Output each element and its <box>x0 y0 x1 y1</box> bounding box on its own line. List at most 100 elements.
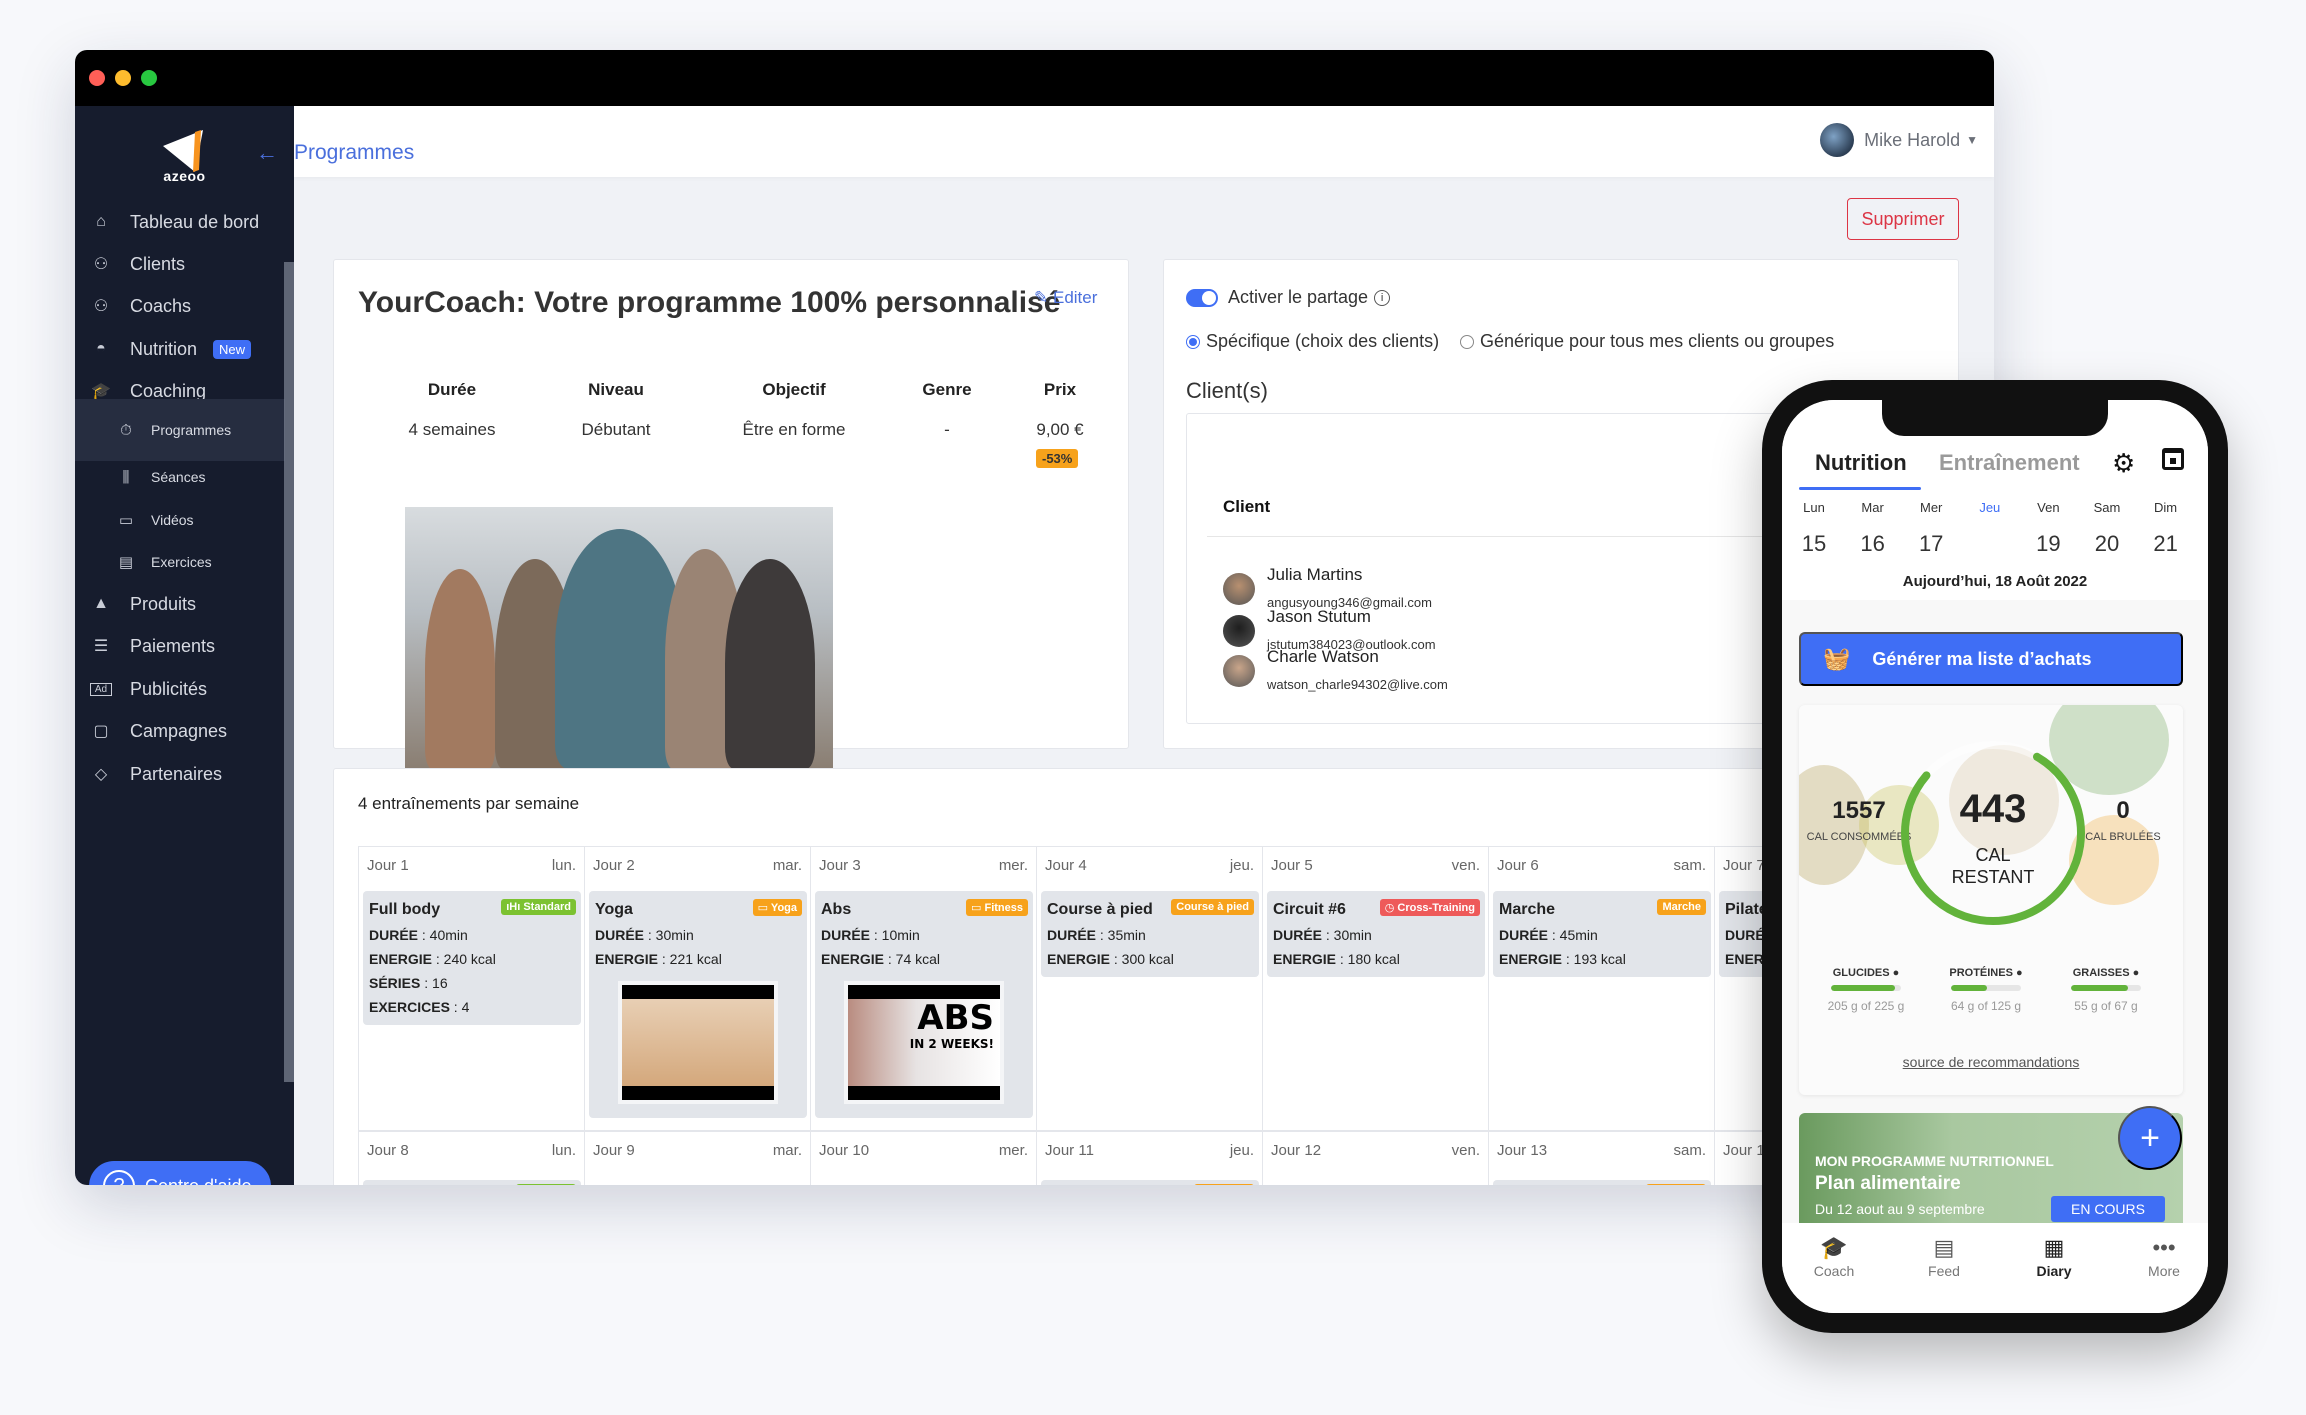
meta-value: - <box>944 420 950 439</box>
sidebar-item-label: Clients <box>130 253 186 274</box>
workout-stat: SÉRIES : 16 <box>369 975 575 991</box>
calories-remaining-value: 443 <box>1959 787 2027 831</box>
macro-label: PROTÉINES ● <box>1949 967 2023 979</box>
close-window-button[interactable] <box>89 70 105 86</box>
workout-card[interactable]: Yoga ▭ Yoga DURÉE : 30min ENERGIE : 221 kca… <box>589 891 807 1118</box>
day-weekday: ven. <box>1451 857 1480 874</box>
date-21[interactable]: 21 <box>2141 524 2191 564</box>
sidebar-item-videos[interactable]: ▭ Vidéos <box>75 498 285 542</box>
radio-specific[interactable]: Spécifique (choix des clients) <box>1186 331 1439 352</box>
new-badge: New <box>213 339 252 359</box>
nav-feed[interactable]: ▤ Feed <box>1904 1235 1984 1279</box>
meta-value: 9,00 € <box>1036 420 1084 439</box>
coaches-icon: ⚇ <box>93 298 109 315</box>
workout-card[interactable] <box>1041 1180 1259 1185</box>
day-cell: Jour 4 jeu. Course à pied Course à pied DURÉ… <box>1036 846 1262 1131</box>
yoga-video-image <box>622 999 774 1086</box>
schedule-title: 4 entraînements par semaine <box>358 794 580 813</box>
meta-duration: Durée 4 semaines <box>392 380 512 440</box>
program-card: YourCoach: Votre programme 100% personna… <box>333 259 1129 769</box>
recommendations-source-link[interactable]: source de recommandations <box>1799 1054 2183 1070</box>
add-fab-button[interactable]: + <box>2118 1106 2182 1170</box>
video-thumbnail[interactable] <box>618 981 778 1104</box>
weekday-label: Mer <box>1919 500 1943 515</box>
sidebar-item-paiements[interactable]: ☰ Paiements <box>75 624 285 668</box>
radio-button[interactable] <box>1186 334 1200 349</box>
message-icon: ▤ <box>1933 1235 1955 1260</box>
meta-price: Prix 9,00 € <box>1020 380 1100 440</box>
radio-button[interactable] <box>1460 334 1474 349</box>
sharing-toggle[interactable] <box>1186 288 1218 307</box>
today-date-label: Aujourd’hui, 18 Août 2022 <box>1902 573 2088 590</box>
sidebar-item-publicites[interactable]: Ad Publicités <box>75 667 285 711</box>
maximize-window-button[interactable] <box>141 70 157 86</box>
back-to-programmes-link[interactable]: ← Programmes <box>256 140 414 166</box>
sidebar-item-exercices[interactable]: ▤ Exercices <box>75 540 285 584</box>
gear-icon[interactable]: ⚙ <box>2112 448 2135 479</box>
client-name: Charle Watson <box>1267 647 1379 666</box>
sidebar-item-coachs[interactable]: ⚇ Coachs <box>75 284 285 328</box>
delete-button[interactable]: Supprimer <box>1847 198 1959 240</box>
workout-card[interactable]: Abs ▭ Fitness DURÉE : 10min ENERGIE : 74 kc… <box>815 891 1033 1118</box>
macro-value: 205 g of 225 g <box>1827 999 1905 1013</box>
workout-card[interactable]: Full body ıHı Standard DURÉE : 40min ENERGI… <box>363 891 581 1025</box>
nav-coach[interactable]: 🎓 Coach <box>1794 1235 1874 1279</box>
sidebar-item-tableau-de-bord[interactable]: ⌂ Tableau de bord <box>75 200 285 244</box>
day-weekday: mer. <box>998 857 1028 874</box>
client-row[interactable]: Charle Watson watson_charle94302@live.com <box>1223 647 1448 692</box>
video-camera-icon: ▭ <box>118 512 134 529</box>
client-avatar <box>1223 655 1255 687</box>
workout-stat: DURÉE : 30min <box>595 927 801 943</box>
client-row[interactable]: Jason Stutum jstutum384023@outlook.com <box>1223 607 1436 652</box>
sidebar-item-label: Partenaires <box>130 763 223 784</box>
workout-stat: ENERGIE : 180 kcal <box>1273 951 1479 967</box>
sidebar-item-programmes[interactable]: ⏱ Programmes <box>75 399 285 461</box>
day-header: Jour 9 mar. <box>593 1142 802 1159</box>
workout-card[interactable] <box>1493 1180 1711 1185</box>
meta-header: Prix <box>1043 380 1077 399</box>
calendar-icon[interactable] <box>2162 448 2184 470</box>
nav-more[interactable]: ••• More <box>2124 1235 2204 1279</box>
info-icon[interactable]: i <box>1374 289 1391 306</box>
workout-card[interactable]: Marche Marche DURÉE : 45min ENERGIE : 193 k… <box>1493 891 1711 977</box>
generate-shopping-list-button[interactable]: 🧺 Générer ma liste d’achats <box>1799 632 2183 686</box>
user-menu[interactable]: Mike Harold ▼ <box>1820 123 1978 157</box>
nav-diary[interactable]: ▦ Diary <box>2014 1235 2094 1279</box>
help-center-button[interactable]: ? Centre d'aide <box>89 1161 271 1185</box>
workout-card[interactable]: Course à pied Course à pied DURÉE : 35min E… <box>1041 891 1259 977</box>
workout-card[interactable] <box>363 1180 581 1185</box>
plus-icon: + <box>2140 1118 2160 1157</box>
sidebar-item-seances[interactable]: ⫼ Séances <box>75 455 285 499</box>
sidebar-item-nutrition[interactable]: ◓ Nutrition New <box>75 327 285 371</box>
date-15[interactable]: 15 <box>1789 524 1839 564</box>
sidebar-item-clients[interactable]: ⚇ Clients <box>75 242 285 286</box>
workout-type-badge <box>1646 1184 1706 1185</box>
stat-label: ENERGIE <box>595 951 659 967</box>
sidebar-item-campagnes[interactable]: ▢ Campagnes <box>75 709 285 753</box>
minimize-window-button[interactable] <box>115 70 131 86</box>
macro-progress-bar <box>1951 985 2021 991</box>
date-17[interactable]: 17 <box>1906 524 1956 564</box>
workout-card[interactable]: Circuit #6 ◷ Cross-Training DURÉE : 30min E… <box>1267 891 1485 977</box>
sharing-toggle-label: Activer le partage <box>1228 287 1369 307</box>
caret-down-icon: ▼ <box>1966 133 1978 147</box>
edit-link[interactable]: ✎ Editer <box>1034 288 1097 308</box>
date-19[interactable]: 19 <box>2023 524 2073 564</box>
graduation-cap-icon: 🎓 <box>1820 1235 1848 1260</box>
sidebar-scrollbar[interactable] <box>284 262 294 1082</box>
sidebar-item-produits[interactable]: ▲ Produits <box>75 582 285 626</box>
date-20[interactable]: 20 <box>2082 524 2132 564</box>
date-18[interactable]: 18 <box>1965 524 2015 564</box>
radio-generic[interactable]: Générique pour tous mes clients ou group… <box>1460 331 1834 352</box>
stat-value: : 16 <box>420 975 448 991</box>
sidebar-item-partenaires[interactable]: ◇ Partenaires <box>75 752 285 796</box>
tab-training[interactable]: Entraînement <box>1939 450 2080 476</box>
meta-value: Être en forme <box>742 420 846 439</box>
date-16[interactable]: 16 <box>1848 524 1898 564</box>
video-thumbnail[interactable]: ABS IN 2 WEEKS! <box>844 981 1004 1104</box>
client-row[interactable]: Julia Martins angusyoung346@gmail.com <box>1223 565 1432 610</box>
remaining-label-line1: CAL <box>1975 845 2011 865</box>
stat-label: DURÉE <box>1499 927 1549 943</box>
tab-nutrition[interactable]: Nutrition <box>1815 450 1907 476</box>
discount-badge: -53% <box>1036 449 1079 468</box>
